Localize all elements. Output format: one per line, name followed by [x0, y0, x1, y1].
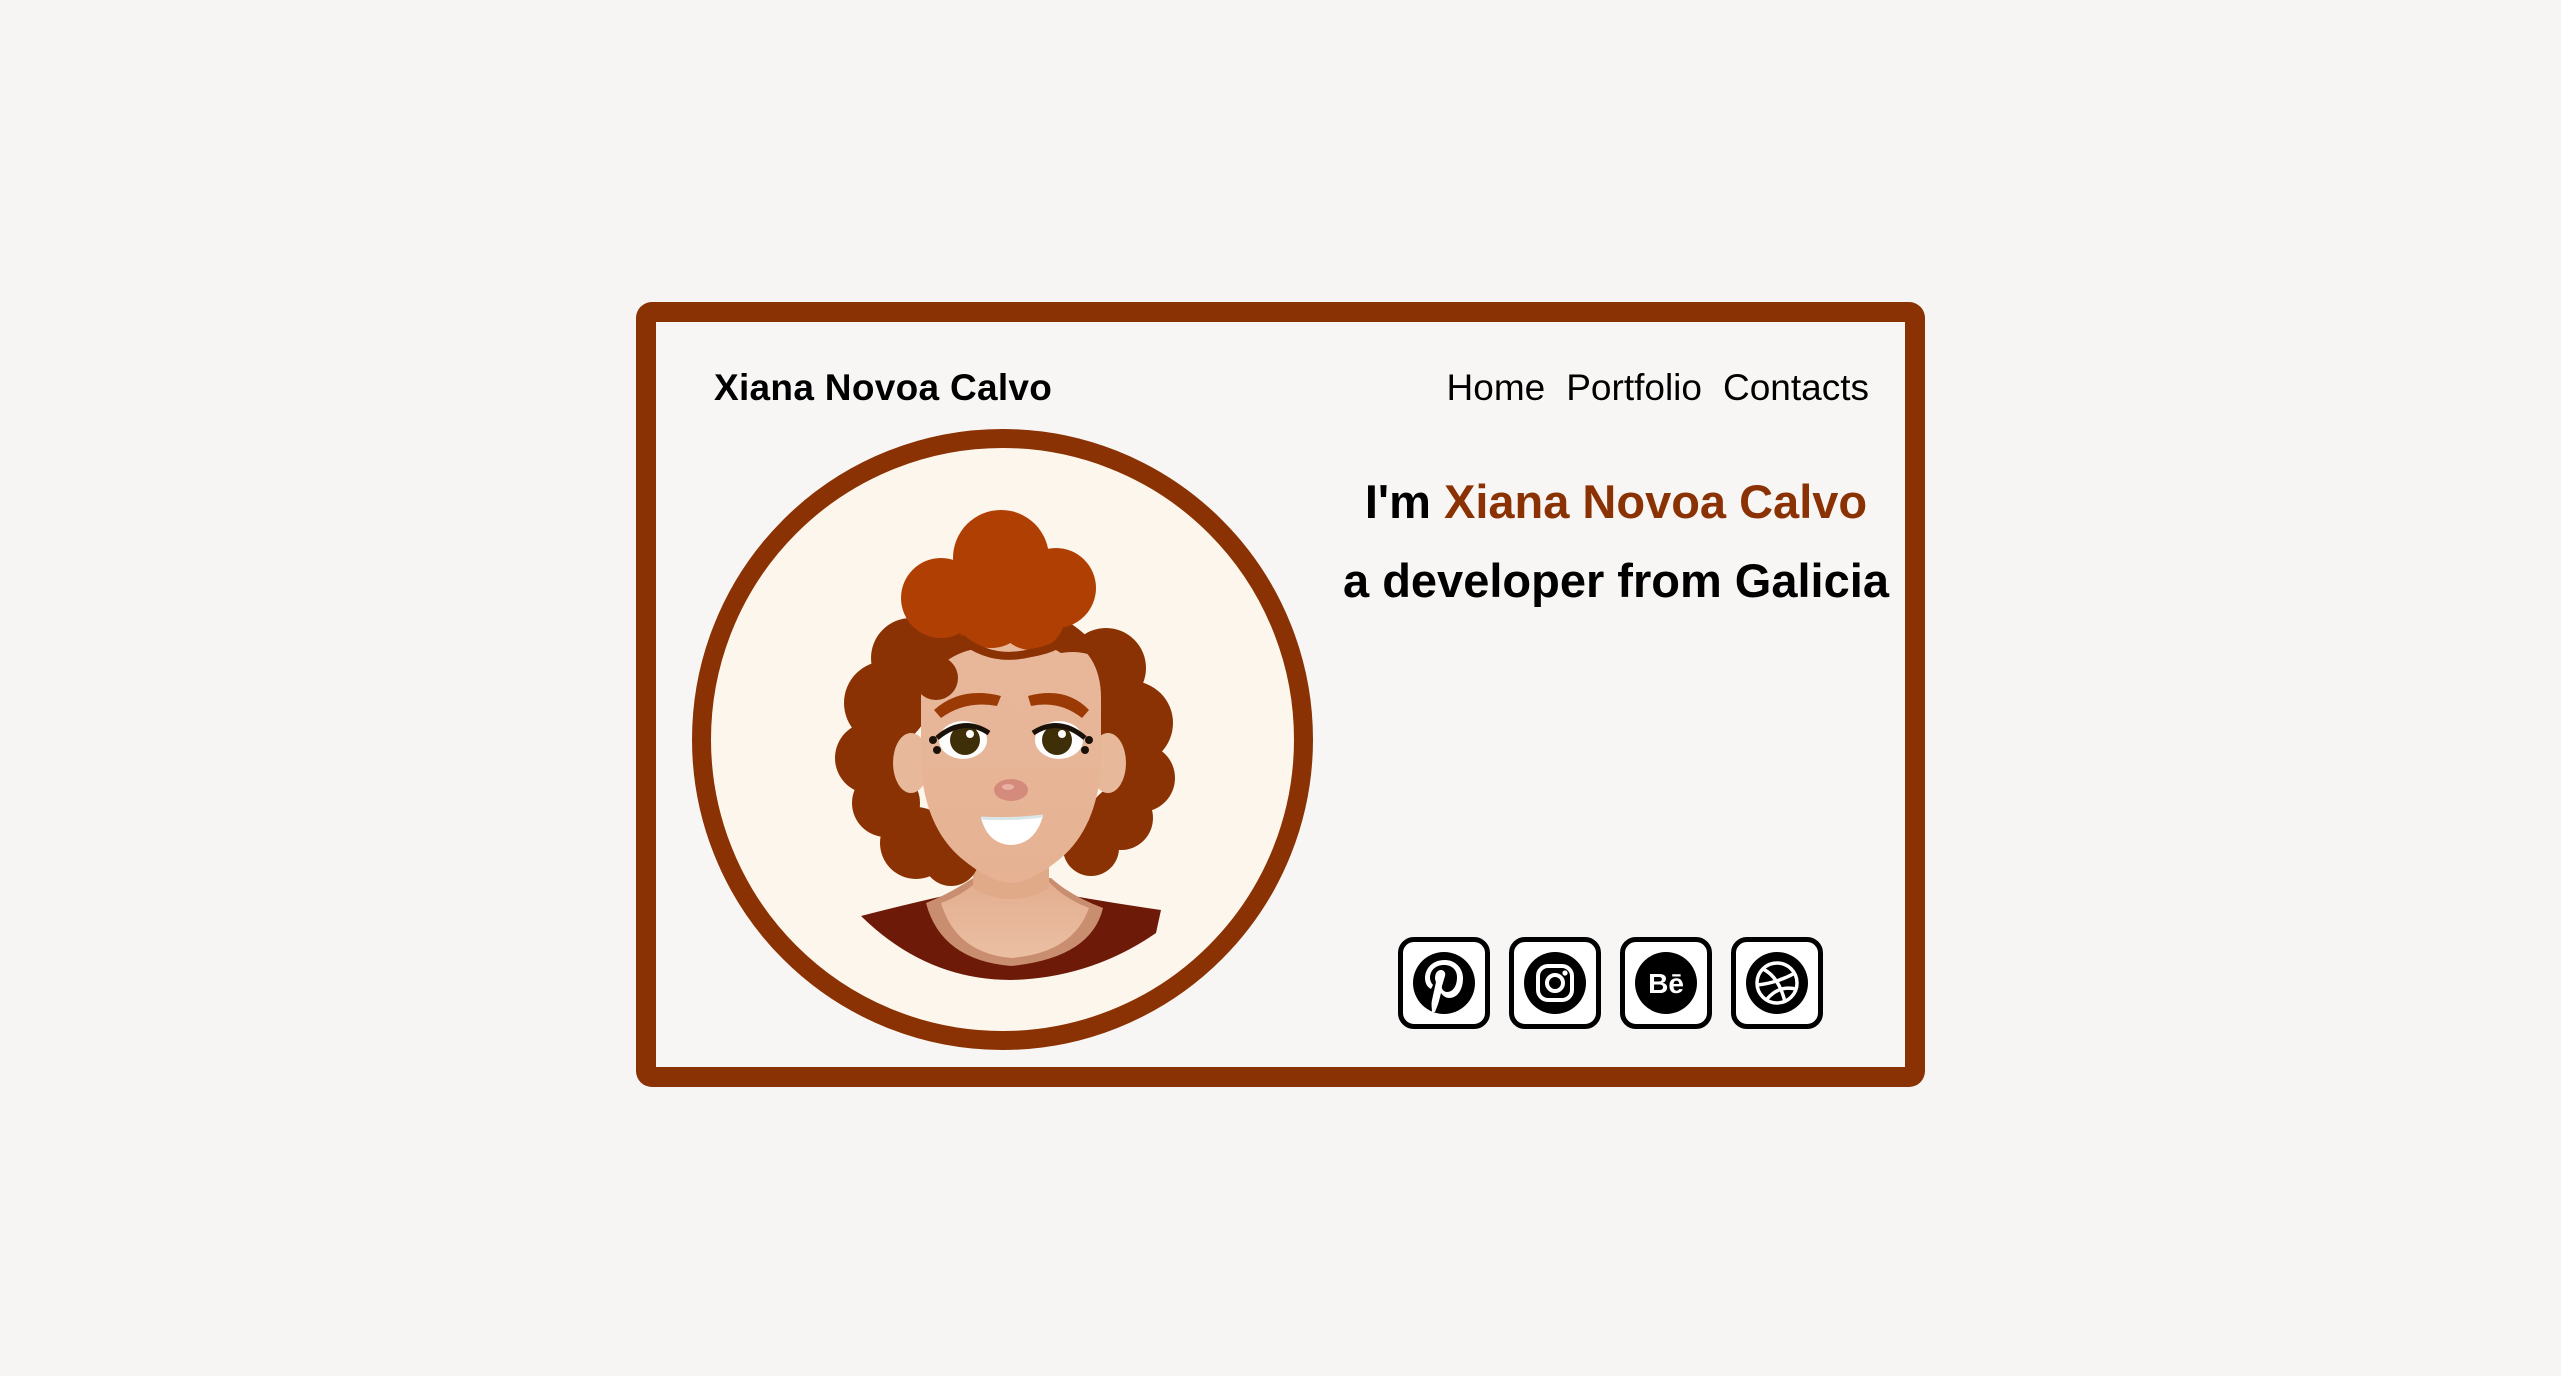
- nav-contacts-link[interactable]: Contacts: [1723, 367, 1869, 409]
- avatar-illustration: [835, 510, 1175, 980]
- avatar: [692, 429, 1313, 1050]
- main-nav: Home Portfolio Contacts: [1447, 367, 1869, 409]
- dribbble-icon: [1746, 952, 1808, 1014]
- pinterest-link[interactable]: [1398, 937, 1490, 1029]
- behance-icon: Bē: [1635, 952, 1697, 1014]
- profile-card: Xiana Novoa Calvo Home Portfolio Contact…: [636, 302, 1925, 1087]
- social-links: Bē: [1398, 937, 1823, 1029]
- pinterest-icon: [1413, 952, 1475, 1014]
- site-brand[interactable]: Xiana Novoa Calvo: [714, 367, 1052, 409]
- hero-tagline: a developer from Galicia: [1343, 554, 1889, 607]
- hero-prefix: I'm: [1364, 475, 1431, 528]
- hero-line-1: I'm Xiana Novoa Calvo: [1306, 462, 1926, 541]
- instagram-icon: [1524, 952, 1586, 1014]
- dribbble-link[interactable]: [1731, 937, 1823, 1029]
- nav-portfolio-link[interactable]: Portfolio: [1566, 367, 1702, 409]
- instagram-link[interactable]: [1509, 937, 1601, 1029]
- nav-home-link[interactable]: Home: [1447, 367, 1546, 409]
- hero-heading: I'm Xiana Novoa Calvo a developer from G…: [1306, 462, 1926, 620]
- behance-label: Bē: [1648, 968, 1684, 999]
- behance-link[interactable]: Bē: [1620, 937, 1712, 1029]
- hero-name: Xiana Novoa Calvo: [1443, 475, 1868, 528]
